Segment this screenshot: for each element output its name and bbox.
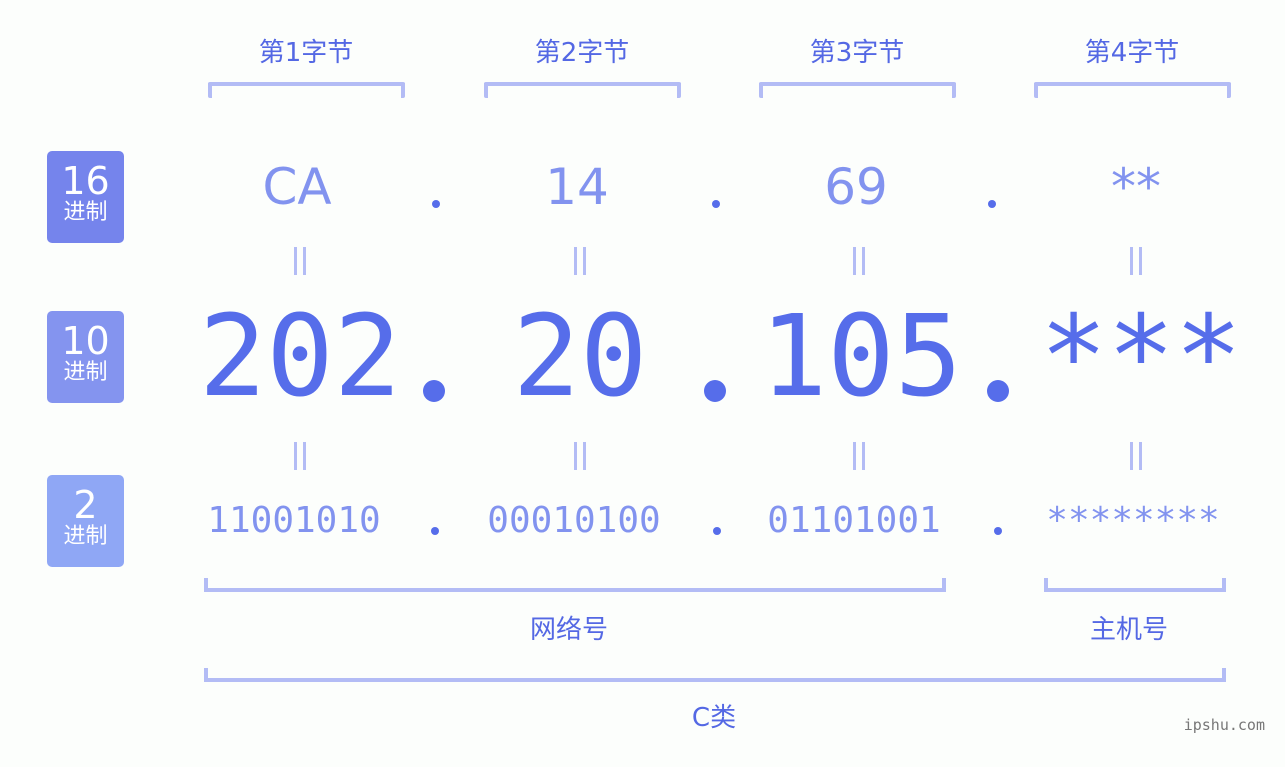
class-bracket bbox=[204, 668, 1226, 682]
badge-bin: 2 进制 bbox=[47, 475, 124, 567]
byte-title-3: 第3字节 bbox=[809, 38, 905, 68]
badge-hex-num: 16 bbox=[61, 159, 110, 203]
hex-byte-1: CA bbox=[262, 158, 332, 216]
network-bracket bbox=[204, 578, 946, 592]
bin-byte-1: 11001010 bbox=[207, 500, 381, 541]
byte-bracket-1 bbox=[208, 82, 405, 98]
equals-icon bbox=[572, 442, 588, 470]
dec-separator-dot bbox=[987, 380, 1009, 402]
dec-separator-dot bbox=[423, 380, 445, 402]
hex-separator-dot bbox=[432, 200, 440, 208]
equals-icon bbox=[292, 247, 308, 275]
equals-icon bbox=[1128, 442, 1144, 470]
badge-hex-sub: 进制 bbox=[63, 200, 108, 225]
badge-bin-num: 2 bbox=[73, 483, 98, 527]
bin-separator-dot bbox=[431, 527, 439, 535]
badge-dec: 10 进制 bbox=[47, 311, 124, 403]
equals-icon bbox=[1128, 247, 1144, 275]
bin-separator-dot bbox=[713, 527, 721, 535]
badge-dec-sub: 进制 bbox=[63, 360, 108, 385]
equals-icon bbox=[851, 247, 867, 275]
byte-title-2: 第2字节 bbox=[534, 38, 630, 68]
bin-byte-4: ******** bbox=[1046, 500, 1220, 541]
badge-dec-num: 10 bbox=[61, 319, 110, 363]
dec-byte-2: 20 bbox=[512, 292, 648, 422]
hex-separator-dot bbox=[988, 200, 996, 208]
equals-icon bbox=[851, 442, 867, 470]
hex-byte-4: ** bbox=[1111, 158, 1161, 216]
hex-byte-3: 69 bbox=[824, 158, 888, 216]
watermark: ipshu.com bbox=[1183, 716, 1265, 734]
byte-bracket-4 bbox=[1034, 82, 1231, 98]
bin-byte-3: 01101001 bbox=[767, 500, 941, 541]
hex-byte-2: 14 bbox=[545, 158, 609, 216]
byte-title-4: 第4字节 bbox=[1084, 38, 1180, 68]
bin-separator-dot bbox=[994, 527, 1002, 535]
hex-separator-dot bbox=[712, 200, 720, 208]
host-bracket bbox=[1044, 578, 1226, 592]
byte-title-1: 第1字节 bbox=[258, 38, 354, 68]
class-label: C类 bbox=[691, 703, 737, 733]
dec-byte-3: 105 bbox=[759, 292, 963, 422]
byte-bracket-3 bbox=[759, 82, 956, 98]
bin-byte-2: 00010100 bbox=[487, 500, 661, 541]
host-label: 主机号 bbox=[1089, 615, 1168, 645]
equals-icon bbox=[292, 442, 308, 470]
dec-byte-4: *** bbox=[1039, 292, 1243, 422]
badge-bin-sub: 进制 bbox=[63, 524, 108, 549]
dec-separator-dot bbox=[704, 380, 726, 402]
byte-bracket-2 bbox=[484, 82, 681, 98]
badge-hex: 16 进制 bbox=[47, 151, 124, 243]
network-label: 网络号 bbox=[529, 615, 608, 645]
equals-icon bbox=[572, 247, 588, 275]
dec-byte-1: 202 bbox=[198, 292, 402, 422]
